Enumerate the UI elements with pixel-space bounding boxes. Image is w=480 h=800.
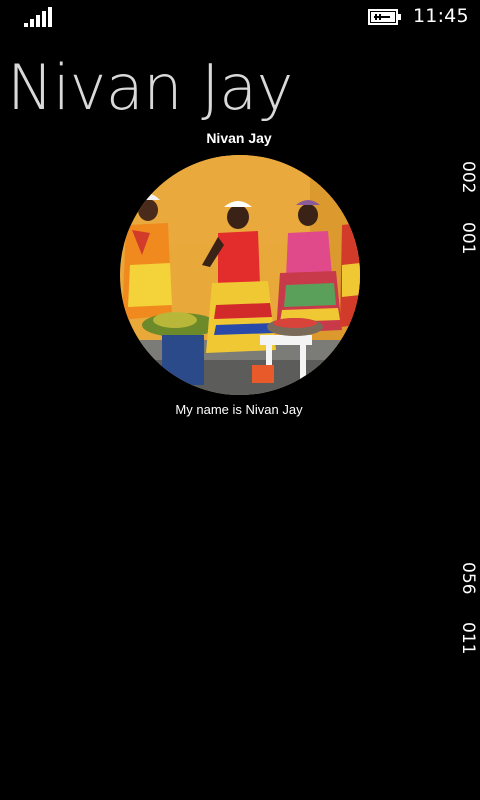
battery-charging-icon <box>368 9 401 25</box>
side-label-1: 002 <box>458 161 478 194</box>
profile-photo[interactable] <box>120 155 360 395</box>
page-title: Nivan Jay <box>7 51 293 124</box>
profile-photo-image <box>120 155 360 395</box>
profile-caption: My name is Nivan Jay <box>175 402 303 417</box>
side-label-3: 056 <box>458 562 478 595</box>
side-label-2: 001 <box>458 222 478 255</box>
signal-strength-icon <box>24 7 52 27</box>
side-label-4: 011 <box>458 622 478 655</box>
status-bar: 11:45 <box>0 0 480 34</box>
status-time: 11:45 <box>413 5 469 27</box>
profile-name: Nivan Jay <box>206 130 272 146</box>
